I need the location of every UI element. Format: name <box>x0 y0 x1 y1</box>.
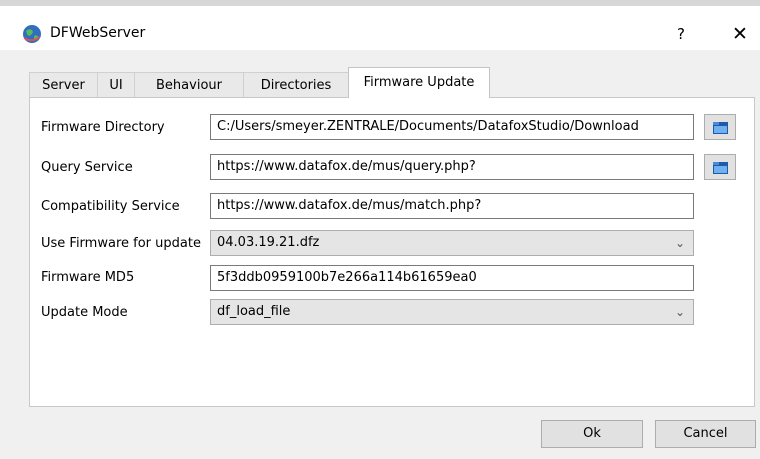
update-mode-value: df_load_file <box>217 304 291 319</box>
tab-firmware-update[interactable]: Firmware Update <box>348 67 490 98</box>
title-bar: DFWebServer ? ✕ <box>0 6 760 50</box>
update-mode-label: Update Mode <box>41 305 128 320</box>
compatibility-service-label: Compatibility Service <box>41 199 180 214</box>
use-firmware-dropdown[interactable]: 04.03.19.21.dfz ⌄ <box>210 230 694 256</box>
tab-directories[interactable]: Directories <box>243 72 349 98</box>
tab-behaviour[interactable]: Behaviour <box>134 72 244 98</box>
close-button[interactable]: ✕ <box>722 19 758 49</box>
browse-firmware-directory-button[interactable] <box>704 114 736 140</box>
globe-icon <box>22 24 42 44</box>
update-mode-dropdown[interactable]: df_load_file ⌄ <box>210 299 694 325</box>
folder-icon <box>713 122 728 134</box>
browse-query-service-button[interactable] <box>704 154 736 180</box>
query-service-label: Query Service <box>41 160 133 175</box>
use-firmware-value: 04.03.19.21.dfz <box>217 235 320 250</box>
chevron-down-icon: ⌄ <box>674 305 685 319</box>
use-firmware-label: Use Firmware for update <box>41 236 201 251</box>
tab-server[interactable]: Server <box>29 72 98 98</box>
cancel-button[interactable]: Cancel <box>655 420 756 448</box>
query-service-field[interactable]: https://www.datafox.de/mus/query.php? <box>210 154 694 180</box>
firmware-directory-label: Firmware Directory <box>41 120 165 135</box>
compatibility-service-field[interactable]: https://www.datafox.de/mus/match.php? <box>210 193 694 219</box>
firmware-md5-label: Firmware MD5 <box>41 270 135 285</box>
folder-icon <box>713 162 728 174</box>
firmware-directory-field[interactable]: C:/Users/smeyer.ZENTRALE/Documents/Dataf… <box>210 114 694 140</box>
window-title: DFWebServer <box>50 25 146 41</box>
firmware-md5-field[interactable]: 5f3ddb0959100b7e266a114b61659ea0 <box>210 265 694 291</box>
chevron-down-icon: ⌄ <box>674 236 685 250</box>
help-button[interactable]: ? <box>666 19 696 49</box>
tab-ui[interactable]: UI <box>97 72 135 98</box>
ok-button[interactable]: Ok <box>541 420 643 448</box>
